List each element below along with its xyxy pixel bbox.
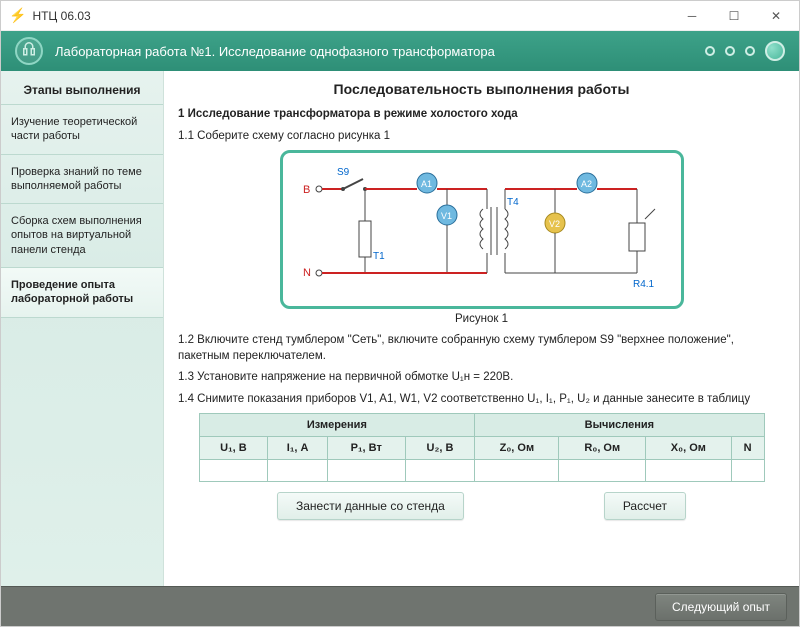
app-icon: ⚡: [9, 7, 26, 24]
progress-dot-3: [745, 46, 755, 56]
load-data-button[interactable]: Занести данные со стенда: [277, 492, 464, 520]
table-header-calculations: Вычисления: [475, 414, 764, 437]
cell-n[interactable]: [731, 460, 764, 482]
cell-z0[interactable]: [475, 460, 559, 482]
svg-text:R4.1: R4.1: [633, 279, 655, 290]
circuit-diagram: B N S9 A1: [297, 163, 667, 293]
sidebar-title: Этапы выполнения: [1, 71, 163, 105]
titlebar: ⚡ НТЦ 06.03 ─ ☐ ✕: [1, 1, 799, 31]
main-content: Последовательность выполнения работы 1 И…: [164, 71, 799, 586]
cell-u2[interactable]: [405, 460, 475, 482]
section-heading: 1 Исследование трансформатора в режиме х…: [178, 107, 785, 123]
maximize-button[interactable]: ☐: [713, 2, 755, 30]
minimize-button[interactable]: ─: [671, 2, 713, 30]
svg-text:A2: A2: [581, 179, 592, 189]
col-u2: U₂, В: [405, 437, 475, 460]
figure-caption: Рисунок 1: [178, 313, 785, 325]
cell-u1[interactable]: [199, 460, 268, 482]
step-1-4: 1.4 Снимите показания приборов V1, A1, W…: [178, 392, 785, 408]
progress-dot-2: [725, 46, 735, 56]
svg-text:V1: V1: [441, 211, 452, 221]
svg-text:S9: S9: [337, 167, 350, 178]
cell-r0[interactable]: [559, 460, 646, 482]
svg-text:T1: T1: [373, 251, 385, 262]
app-header: Лабораторная работа №1. Исследование одн…: [1, 31, 799, 71]
sidebar-item-label: Изучение теоретической части работы: [11, 116, 137, 142]
page-title: Последовательность выполнения работы: [178, 81, 785, 97]
sidebar-item-label: Проверка знаний по теме выполняемой рабо…: [11, 166, 142, 192]
footer: Следующий опыт: [1, 586, 799, 626]
next-experiment-button[interactable]: Следующий опыт: [655, 593, 787, 621]
header-badge-icon: [15, 37, 43, 65]
svg-text:B: B: [303, 184, 310, 196]
progress-dot-4: [765, 41, 785, 61]
col-r0: R₀, Ом: [559, 437, 646, 460]
progress-dot-1: [705, 46, 715, 56]
table-header-measurements: Измерения: [199, 414, 475, 437]
lab-title: Лабораторная работа №1. Исследование одн…: [55, 44, 495, 59]
col-u1: U₁, В: [199, 437, 268, 460]
svg-text:T4: T4: [507, 197, 519, 208]
table-row: [199, 460, 764, 482]
svg-text:A1: A1: [421, 179, 432, 189]
col-p1: P₁, Вт: [327, 437, 405, 460]
sidebar-item-quiz[interactable]: Проверка знаний по теме выполняемой рабо…: [1, 154, 163, 205]
step-1-2: 1.2 Включите стенд тумблером "Сеть", вкл…: [178, 333, 785, 364]
calculate-button[interactable]: Рассчет: [604, 492, 686, 520]
window-title: НТЦ 06.03: [32, 9, 90, 23]
progress-dots: [705, 41, 785, 61]
cell-p1[interactable]: [327, 460, 405, 482]
svg-text:N: N: [303, 267, 311, 279]
col-i1: I₁, А: [268, 437, 327, 460]
sidebar-item-theory[interactable]: Изучение теоретической части работы: [1, 104, 163, 155]
close-button[interactable]: ✕: [755, 2, 797, 30]
cell-i1[interactable]: [268, 460, 327, 482]
sidebar-item-assembly[interactable]: Сборка схем выполнения опытов на виртуал…: [1, 203, 163, 268]
circuit-figure: B N S9 A1: [280, 150, 684, 309]
col-x0: X₀, Ом: [646, 437, 731, 460]
data-table: Измерения Вычисления U₁, В I₁, А P₁, Вт …: [199, 413, 765, 482]
step-1-3: 1.3 Установите напряжение на первичной о…: [178, 370, 785, 386]
sidebar-item-label: Сборка схем выполнения опытов на виртуал…: [11, 215, 142, 256]
svg-text:V2: V2: [549, 219, 560, 229]
step-1-1: 1.1 Соберите схему согласно рисунка 1: [178, 129, 785, 145]
col-n: N: [731, 437, 764, 460]
sidebar: Этапы выполнения Изучение теоретической …: [1, 71, 164, 586]
cell-x0[interactable]: [646, 460, 731, 482]
sidebar-item-experiment[interactable]: Проведение опыта лабораторной работы: [1, 267, 163, 318]
sidebar-item-label: Проведение опыта лабораторной работы: [11, 279, 133, 305]
col-z0: Z₀, Ом: [475, 437, 559, 460]
